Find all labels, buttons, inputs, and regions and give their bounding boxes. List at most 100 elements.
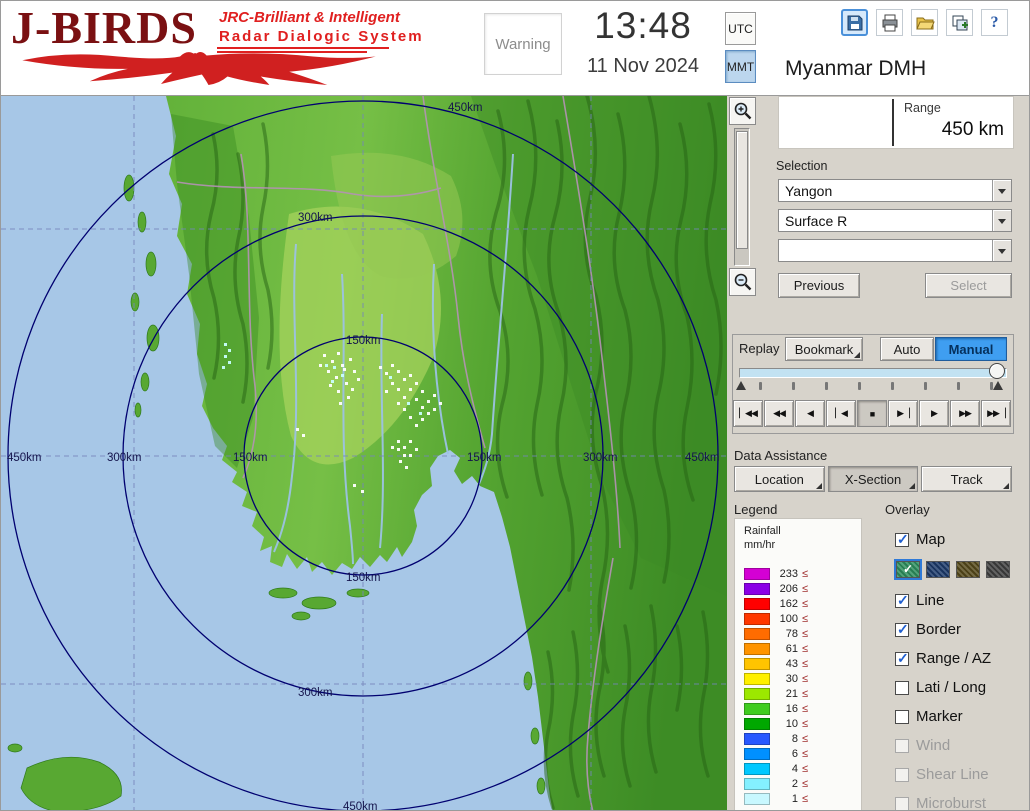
help-button[interactable]: ? — [981, 9, 1008, 36]
bookmark-button[interactable]: Bookmark — [785, 337, 863, 361]
transport-button[interactable]: ▶ — [919, 400, 949, 427]
less-equal-sign: ≤ — [802, 703, 808, 715]
slider-tick — [759, 382, 762, 390]
legend-entry: 8 ≤ — [744, 732, 857, 747]
save-button[interactable] — [841, 9, 868, 36]
data-assistance-buttons: Location X-Section Track — [734, 466, 1012, 492]
copy-plus-icon — [950, 13, 970, 33]
manual-mode-button[interactable]: Manual — [935, 337, 1007, 361]
overlay-toggle[interactable]: Shear Line — [895, 760, 1029, 789]
ring-label: 450km — [7, 452, 42, 464]
map-scrollbar-thumb[interactable] — [736, 131, 748, 249]
legend-value: 10 — [770, 718, 798, 730]
option-dropdown[interactable] — [778, 239, 1012, 262]
map-scrollbar[interactable] — [734, 128, 750, 266]
legend-color-swatch — [744, 703, 770, 715]
overlay-toggle[interactable]: Line — [895, 586, 1029, 615]
legend-color-swatch — [744, 688, 770, 700]
legend-label: Legend — [734, 502, 777, 517]
site-name: Myanmar DMH — [785, 57, 926, 81]
chevron-down-icon[interactable] — [992, 210, 1011, 231]
legend-color-swatch — [744, 568, 770, 580]
map-style-swatch[interactable] — [896, 561, 920, 578]
new-window-button[interactable] — [946, 9, 973, 36]
less-equal-sign: ≤ — [802, 718, 808, 730]
print-button[interactable] — [876, 9, 903, 36]
overlay-toggle[interactable]: Microburst — [895, 789, 1029, 811]
floppy-disk-icon — [845, 13, 865, 33]
checkbox-icon — [895, 710, 909, 724]
ring-label: 300km — [583, 452, 618, 464]
legend-entry: 10 ≤ — [744, 717, 857, 732]
legend-value: 6 — [770, 748, 798, 760]
overlay-toggle[interactable]: Marker — [895, 702, 1029, 731]
legend-entry: 43 ≤ — [744, 657, 857, 672]
legend-entry: 1 ≤ — [744, 792, 857, 807]
zoom-in-button[interactable] — [729, 97, 756, 125]
legend-color-swatch — [744, 658, 770, 670]
overlay-toggle[interactable]: Wind — [895, 731, 1029, 760]
transport-button[interactable]: ◀ — [795, 400, 825, 427]
replay-transport-controls: ▏◀◀ ◀◀ ◀ ▏◀ ■ ▶▕ ▶ ▶▶ ▶▶▕ — [733, 400, 1011, 427]
utc-button[interactable]: UTC — [725, 12, 756, 45]
slider-tick — [891, 382, 894, 390]
legend-entry: 21 ≤ — [744, 687, 857, 702]
auto-mode-button[interactable]: Auto — [880, 337, 934, 361]
legend-color-swatch — [744, 583, 770, 595]
legend-entries: 233 ≤ 206 ≤ 162 ≤ — [744, 567, 857, 807]
less-equal-sign: ≤ — [802, 643, 808, 655]
ring-label: 150km — [346, 572, 381, 584]
warning-indicator[interactable]: Warning — [484, 13, 562, 75]
transport-button[interactable]: ▏◀ — [826, 400, 856, 427]
corner-menu-indicator — [816, 483, 822, 489]
mmt-button[interactable]: MMT — [725, 50, 756, 83]
open-folder-button[interactable] — [911, 9, 938, 36]
data-assistance-button[interactable]: X-Section — [828, 466, 919, 492]
checkbox-icon — [895, 768, 909, 782]
site-dropdown[interactable]: Yangon — [778, 179, 1012, 202]
legend-color-swatch — [744, 763, 770, 775]
product-dropdown[interactable]: Surface R — [778, 209, 1012, 232]
legend-value: 8 — [770, 733, 798, 745]
header: J-BIRDS JRC-Brilliant & Intelligent Rada… — [1, 1, 1030, 96]
overlay-toggle-list: Line Border Range / AZ Lati / Lo — [895, 586, 1029, 811]
eagle-logo-icon — [9, 47, 389, 85]
chevron-down-icon[interactable] — [992, 180, 1011, 201]
slider-tick — [957, 382, 960, 390]
legend-unit-line1: Rainfall — [744, 525, 857, 539]
overlay-toggle-map[interactable]: Map — [895, 526, 1029, 553]
legend-entry: 4 ≤ — [744, 762, 857, 777]
less-equal-sign: ≤ — [802, 598, 808, 610]
select-button[interactable]: Select — [925, 273, 1012, 298]
radar-map[interactable]: 450km 300km 150km 450km 300km 150km 150k… — [1, 96, 727, 811]
selection-label: Selection — [776, 159, 827, 173]
chevron-down-icon[interactable] — [992, 240, 1011, 261]
legend-value: 61 — [770, 643, 798, 655]
less-equal-sign: ≤ — [802, 778, 808, 790]
previous-button[interactable]: Previous — [778, 273, 860, 298]
legend-panel: Rainfall mm/hr 233 ≤ 206 ≤ — [734, 518, 862, 811]
replay-slider-thumb[interactable] — [989, 363, 1005, 379]
slider-start-marker — [736, 381, 746, 390]
overlay-toggle[interactable]: Range / AZ — [895, 644, 1029, 673]
checkbox-icon — [895, 739, 909, 753]
range-divider — [892, 99, 894, 146]
transport-button[interactable]: ▶▶ — [950, 400, 980, 427]
transport-button[interactable]: ▶▕ — [888, 400, 918, 427]
overlay-map-toggle-host: Map — [895, 526, 1029, 553]
transport-button[interactable]: ◀◀ — [764, 400, 794, 427]
control-panel: Range 450 km Selection Yangon Surface R … — [727, 96, 1030, 811]
map-style-swatch[interactable] — [926, 561, 950, 578]
map-style-swatch[interactable] — [986, 561, 1010, 578]
data-assistance-button[interactable]: Location — [734, 466, 825, 492]
legend-entry: 206 ≤ — [744, 582, 857, 597]
transport-button[interactable]: ▏◀◀ — [733, 400, 763, 427]
transport-button[interactable]: ▶▶▕ — [981, 400, 1011, 427]
zoom-out-button[interactable] — [729, 268, 756, 296]
overlay-toggle[interactable]: Lati / Long — [895, 673, 1029, 702]
data-assistance-button[interactable]: Track — [921, 466, 1012, 492]
map-style-swatch[interactable] — [956, 561, 980, 578]
overlay-toggle[interactable]: Border — [895, 615, 1029, 644]
replay-timeline-slider[interactable] — [739, 368, 1007, 378]
transport-button[interactable]: ■ — [857, 400, 887, 427]
